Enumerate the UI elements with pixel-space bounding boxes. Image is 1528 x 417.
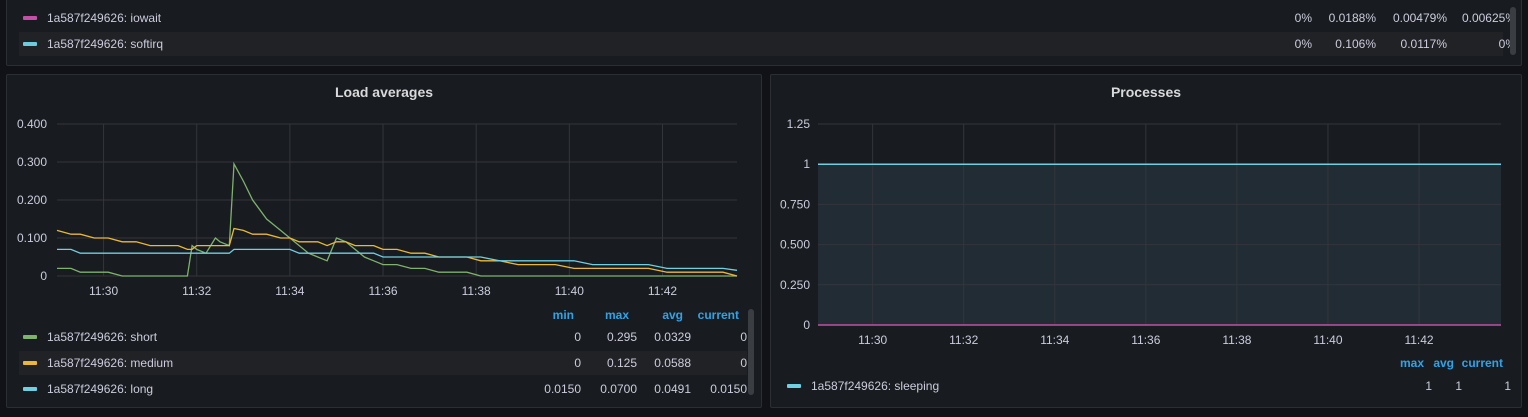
legend-value: 1 — [1504, 379, 1511, 393]
load-averages-panel: Load averages 0 0.100 0.200 0.300 0.400 11:30… — [6, 74, 762, 408]
x-tick-label: 11:34 — [1040, 333, 1069, 347]
x-tick-label: 11:42 — [648, 284, 677, 298]
y-tick-label: 0.200 — [17, 193, 47, 207]
x-tick-label: 11:30 — [858, 333, 887, 347]
legend-value: 0.106% — [1335, 37, 1376, 51]
series-color-swatch[interactable] — [23, 42, 37, 46]
legend-value: 0.00479% — [1392, 11, 1447, 25]
y-tick-label: 0.400 — [17, 117, 47, 131]
legend-value: 0.0117% — [1400, 37, 1447, 51]
load-averages-chart: 0 0.100 0.200 0.300 0.400 11:30 11:32 11:34 11:3… — [17, 117, 738, 298]
y-tick-label: 0.100 — [17, 231, 47, 245]
series-color-swatch[interactable] — [23, 387, 37, 391]
legend-value: 0% — [1294, 11, 1312, 25]
legend-row[interactable]: 1a587f249626: softirq 0% 0.106% 0.0117% 0% — [19, 32, 1516, 56]
series-color-swatch[interactable] — [23, 361, 37, 365]
legend-value: 0% — [1294, 37, 1312, 51]
x-tick-label: 11:36 — [368, 284, 397, 298]
legend-row[interactable]: 1a587f249626: iowait 0% 0.0188% 0.00479% 0.0… — [19, 6, 1516, 30]
x-tick-label: 11:32 — [949, 333, 978, 347]
series-color-swatch[interactable] — [23, 16, 37, 20]
y-tick-label: 0 — [40, 269, 47, 283]
x-tick-label: 11:40 — [1313, 333, 1342, 347]
series-color-swatch[interactable] — [23, 335, 37, 339]
cpu-panel: 1a587f249626: iowait 0% 0.0188% 0.00479% 0.0… — [6, 0, 1522, 66]
load-legend-scrollbar[interactable] — [748, 309, 754, 395]
legend-header-current[interactable]: current — [669, 308, 739, 322]
processes-chart: 0 0.250 0.500 0.750 1 1.25 11:30 11:32 11:34 11:3… — [780, 117, 1501, 347]
legend-row[interactable]: 1a587f249626: sleeping 1 1 1 — [783, 374, 1511, 398]
series-name[interactable]: 1a587f249626: long — [47, 382, 153, 396]
series-name[interactable]: 1a587f249626: softirq — [47, 37, 163, 51]
legend-row[interactable]: 1a587f249626: medium 0 0.125 0.0588 0 — [19, 351, 747, 375]
legend-value: 0 — [740, 330, 747, 344]
y-tick-label: 0.500 — [780, 238, 810, 252]
x-tick-label: 11:30 — [89, 284, 118, 298]
y-tick-label: 0 — [803, 318, 810, 332]
legend-row[interactable]: 1a587f249626: long 0.0150 0.0700 0.0491 0.01… — [19, 377, 747, 401]
legend-value: 0.0150 — [710, 382, 747, 396]
series-name[interactable]: 1a587f249626: iowait — [47, 11, 161, 25]
x-tick-label: 11:38 — [1222, 333, 1251, 347]
legend-value: 0.0188% — [1328, 11, 1376, 25]
legend-value: 0 — [740, 356, 747, 370]
series-name[interactable]: 1a587f249626: medium — [47, 356, 173, 370]
cpu-legend-scrollbar[interactable] — [1510, 7, 1516, 55]
legend-value: 0.00625% — [1461, 11, 1516, 25]
legend-header-current[interactable]: current — [1433, 356, 1503, 370]
processes-panel: Processes 0 0.250 0.500 0.750 1 1.25 11:30 11:3… — [770, 74, 1522, 408]
x-tick-label: 11:40 — [555, 284, 584, 298]
legend-value: 0% — [1498, 37, 1516, 51]
series-name[interactable]: 1a587f249626: short — [47, 330, 157, 344]
series-name[interactable]: 1a587f249626: sleeping — [811, 379, 939, 393]
y-tick-label: 1 — [803, 157, 810, 171]
y-tick-label: 0.250 — [780, 278, 810, 292]
x-tick-label: 11:36 — [1131, 333, 1160, 347]
y-tick-label: 0.750 — [780, 197, 810, 211]
x-tick-label: 11:34 — [275, 284, 304, 298]
x-tick-label: 11:42 — [1404, 333, 1433, 347]
y-tick-label: 0.300 — [17, 155, 47, 169]
legend-row[interactable]: 1a587f249626: short 0 0.295 0.0329 0 — [19, 325, 747, 349]
series-line — [57, 248, 738, 271]
x-tick-label: 11:38 — [462, 284, 491, 298]
series-line — [56, 227, 738, 277]
y-tick-label: 1.25 — [787, 117, 811, 131]
series-color-swatch[interactable] — [787, 384, 801, 388]
x-tick-label: 11:32 — [182, 284, 211, 298]
series-line — [57, 161, 737, 277]
